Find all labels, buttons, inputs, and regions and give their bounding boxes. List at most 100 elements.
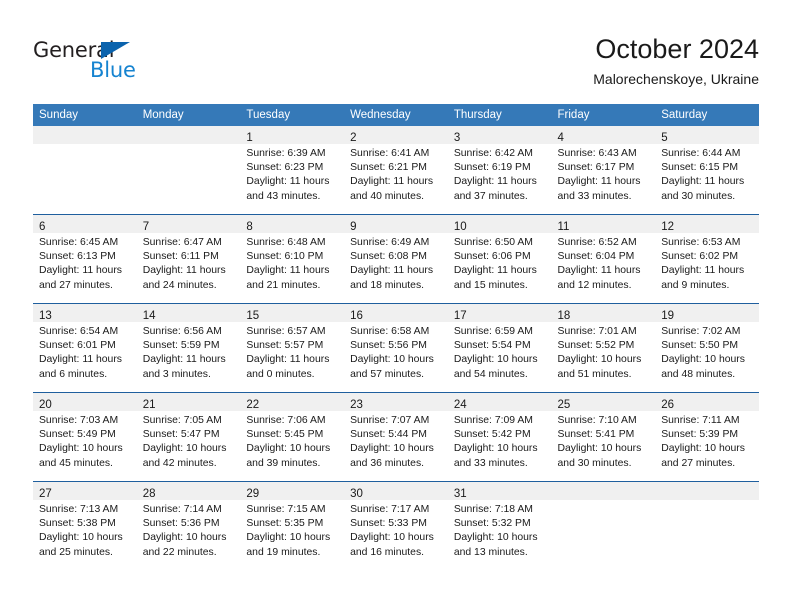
day-number: 14 [142, 310, 156, 322]
daylight-duration-line2: and 45 minutes. [39, 457, 113, 469]
day-number: 18 [557, 310, 571, 322]
calendar-day-cell[interactable]: 6 Sunrise: 6:45 AM Sunset: 6:13 PM Daylight… [33, 214, 137, 304]
daylight-duration-line2: and 15 minutes. [453, 279, 528, 291]
sunrise-time: Sunrise: 7:10 AM [557, 415, 637, 426]
sunrise-time: Sunrise: 7:09 AM [453, 415, 533, 426]
calendar-day-cell[interactable]: 20 Sunrise: 7:03 AM Sunset: 5:49 PM Dayligh… [33, 392, 137, 482]
day-details: Sunrise: 7:05 AM Sunset: 5:47 PM Daylight:… [137, 411, 241, 471]
daylight-duration-line1: Daylight: 10 hours [142, 532, 227, 544]
daylight-duration-line2: and 12 minutes. [557, 279, 632, 291]
calendar-day-cell[interactable]: 24 Sunrise: 7:09 AM Sunset: 5:42 PM Dayligh… [447, 392, 552, 482]
daylight-duration-line1: Daylight: 10 hours [453, 532, 538, 544]
calendar-day-cell[interactable]: 11 Sunrise: 6:52 AM Sunset: 6:04 PM Dayligh… [551, 214, 656, 304]
calendar-day-cell[interactable]: 31 Sunrise: 7:18 AM Sunset: 5:32 PM Dayligh… [447, 481, 552, 570]
calendar-day-cell[interactable]: 30 Sunrise: 7:17 AM Sunset: 5:33 PM Dayligh… [344, 481, 448, 570]
calendar-day-cell[interactable]: 12 Sunrise: 6:53 AM Sunset: 6:02 PM Dayligh… [655, 214, 759, 304]
sunrise-time: Sunrise: 7:14 AM [142, 504, 222, 515]
calendar-day-cell[interactable]: 23 Sunrise: 7:07 AM Sunset: 5:44 PM Dayligh… [344, 392, 448, 482]
day-details: Sunrise: 6:45 AM Sunset: 6:13 PM Daylight:… [33, 233, 137, 293]
day-details: Sunrise: 6:49 AM Sunset: 6:08 PM Daylight:… [344, 233, 448, 293]
daylight-duration-line2: and 24 minutes. [142, 279, 217, 291]
sunrise-time: Sunrise: 6:45 AM [39, 237, 119, 248]
day-number-band: 30 [344, 482, 448, 500]
calendar-day-cell[interactable]: 2 Sunrise: 6:41 AM Sunset: 6:21 PM Daylight… [344, 126, 448, 215]
daylight-duration-line1: Daylight: 11 hours [453, 176, 537, 188]
calendar-day-cell[interactable]: 26 Sunrise: 7:11 AM Sunset: 5:39 PM Dayligh… [655, 392, 759, 482]
calendar-day-cell[interactable]: 4 Sunrise: 6:43 AM Sunset: 6:17 PM Daylight… [551, 126, 656, 215]
day-details: Sunrise: 6:44 AM Sunset: 6:15 PM Daylight:… [655, 144, 759, 204]
day-number: 27 [39, 488, 52, 500]
day-number: 9 [350, 221, 357, 233]
day-number-band: 21 [136, 393, 241, 411]
day-number-band: 27 [33, 482, 137, 500]
day-number-band: 22 [240, 393, 345, 411]
day-number-band: 14 [136, 304, 241, 322]
day-details: Sunrise: 6:54 AM Sunset: 6:01 PM Daylight:… [33, 322, 137, 382]
calendar-day-cell[interactable]: 9 Sunrise: 6:49 AM Sunset: 6:08 PM Daylight… [344, 214, 448, 304]
daylight-duration-line1: Daylight: 10 hours [39, 443, 123, 455]
day-number-band: 16 [344, 304, 448, 322]
calendar-day-cell[interactable]: 5 Sunrise: 6:44 AM Sunset: 6:15 PM Daylight… [655, 126, 759, 215]
calendar-day-cell[interactable]: 8 Sunrise: 6:48 AM Sunset: 6:10 PM Daylight… [240, 214, 345, 304]
day-cell-inner [33, 126, 137, 214]
calendar-day-cell[interactable]: 22 Sunrise: 7:06 AM Sunset: 5:45 PM Dayligh… [240, 392, 345, 482]
calendar-day-cell[interactable]: 27 Sunrise: 7:13 AM Sunset: 5:38 PM Dayligh… [33, 481, 137, 570]
day-cell-inner: 12 Sunrise: 6:53 AM Sunset: 6:02 PM Dayligh… [655, 215, 759, 303]
calendar-day-cell[interactable]: 19 Sunrise: 7:02 AM Sunset: 5:50 PM Dayligh… [655, 303, 759, 393]
daylight-duration-line2: and 40 minutes. [350, 190, 425, 202]
daylight-duration-line1: Daylight: 11 hours [142, 265, 226, 277]
day-number-band: 8 [240, 215, 345, 233]
sunset-time: Sunset: 5:41 PM [557, 429, 635, 441]
day-cell-inner: 30 Sunrise: 7:17 AM Sunset: 5:33 PM Dayligh… [344, 482, 448, 570]
day-cell-inner: 10 Sunrise: 6:50 AM Sunset: 6:06 PM Dayligh… [447, 215, 552, 303]
day-cell-inner: 26 Sunrise: 7:11 AM Sunset: 5:39 PM Dayligh… [655, 393, 759, 481]
calendar-day-cell[interactable]: 29 Sunrise: 7:15 AM Sunset: 5:35 PM Dayligh… [240, 481, 345, 570]
sunset-time: Sunset: 6:13 PM [39, 251, 116, 263]
daylight-duration-line1: Daylight: 11 hours [661, 176, 745, 188]
daylight-duration-line1: Daylight: 10 hours [557, 443, 642, 455]
day-cell-inner: 25 Sunrise: 7:10 AM Sunset: 5:41 PM Dayligh… [551, 393, 656, 481]
logo-triangle-icon [101, 42, 130, 59]
sunset-time: Sunset: 5:32 PM [453, 518, 531, 530]
calendar-day-cell[interactable]: 15 Sunrise: 6:57 AM Sunset: 5:57 PM Dayligh… [240, 303, 345, 393]
sunset-time: Sunset: 5:47 PM [142, 429, 220, 441]
daylight-duration-line1: Daylight: 11 hours [39, 265, 122, 277]
calendar-day-cell[interactable]: 16 Sunrise: 6:58 AM Sunset: 5:56 PM Dayligh… [344, 303, 448, 393]
day-details: Sunrise: 6:52 AM Sunset: 6:04 PM Daylight:… [552, 233, 656, 293]
calendar-day-cell[interactable]: 7 Sunrise: 6:47 AM Sunset: 6:11 PM Daylight… [136, 214, 241, 304]
calendar-day-cell[interactable]: 10 Sunrise: 6:50 AM Sunset: 6:06 PM Dayligh… [447, 214, 552, 304]
day-number-band: 29 [240, 482, 345, 500]
calendar-day-cell[interactable]: 18 Sunrise: 7:01 AM Sunset: 5:52 PM Dayligh… [551, 303, 656, 393]
day-number-band: 3 [447, 126, 552, 144]
calendar-day-cell[interactable]: 21 Sunrise: 7:05 AM Sunset: 5:47 PM Dayligh… [136, 392, 241, 482]
day-cell-inner: 4 Sunrise: 6:43 AM Sunset: 6:17 PM Daylight… [551, 126, 656, 214]
daylight-duration-line1: Daylight: 10 hours [350, 443, 434, 455]
day-details: Sunrise: 6:42 AM Sunset: 6:19 PM Daylight:… [448, 144, 552, 204]
sunrise-time: Sunrise: 7:15 AM [246, 504, 326, 515]
day-number-band: 9 [344, 215, 448, 233]
day-details: Sunrise: 6:48 AM Sunset: 6:10 PM Daylight:… [240, 233, 344, 293]
calendar-empty-cell [33, 126, 137, 215]
sunset-time: Sunset: 6:06 PM [453, 251, 531, 263]
day-number-band: 5 [655, 126, 759, 144]
day-details: Sunrise: 6:43 AM Sunset: 6:17 PM Daylight:… [552, 144, 656, 204]
sunset-time: Sunset: 5:38 PM [39, 518, 116, 530]
day-number: 29 [246, 488, 260, 500]
sunset-time: Sunset: 5:52 PM [557, 340, 635, 352]
sunset-time: Sunset: 6:01 PM [39, 340, 116, 352]
calendar-day-cell[interactable]: 28 Sunrise: 7:14 AM Sunset: 5:36 PM Dayligh… [136, 481, 241, 570]
calendar-day-cell[interactable]: 25 Sunrise: 7:10 AM Sunset: 5:41 PM Dayligh… [551, 392, 656, 482]
daylight-duration-line2: and 19 minutes. [246, 546, 321, 558]
calendar-day-cell[interactable]: 17 Sunrise: 6:59 AM Sunset: 5:54 PM Dayligh… [447, 303, 552, 393]
calendar-day-cell[interactable]: 1 Sunrise: 6:39 AM Sunset: 6:23 PM Daylight… [240, 126, 345, 215]
sunset-time: Sunset: 6:08 PM [350, 251, 427, 263]
general-blue-logo[interactable]: General Blue [33, 38, 153, 84]
calendar-day-cell[interactable]: 3 Sunrise: 6:42 AM Sunset: 6:19 PM Daylight… [447, 126, 552, 215]
day-number: 25 [557, 399, 571, 411]
calendar-day-cell[interactable]: 13 Sunrise: 6:54 AM Sunset: 6:01 PM Dayligh… [33, 303, 137, 393]
day-number-band: 26 [655, 393, 759, 411]
sunset-time: Sunset: 5:57 PM [246, 340, 324, 352]
calendar-day-cell[interactable]: 14 Sunrise: 6:56 AM Sunset: 5:59 PM Dayligh… [136, 303, 241, 393]
sunset-time: Sunset: 5:33 PM [350, 518, 427, 530]
daylight-duration-line2: and 25 minutes. [39, 546, 113, 558]
